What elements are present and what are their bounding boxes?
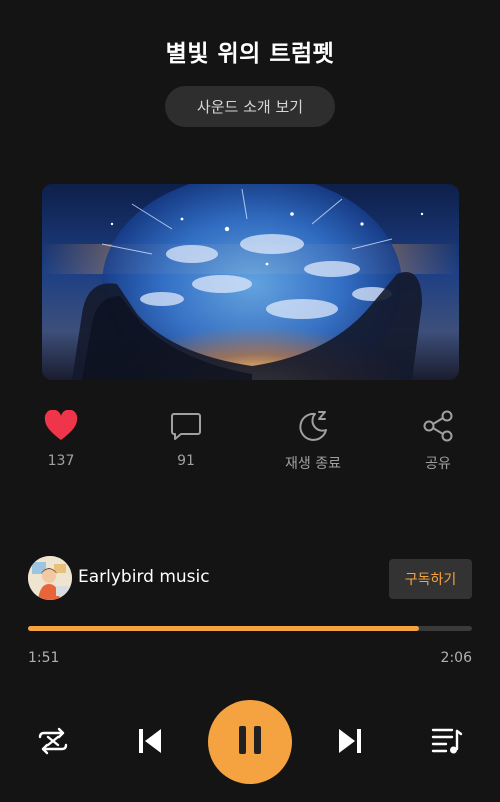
skip-next-icon [335, 726, 365, 760]
album-artwork [42, 184, 459, 380]
current-time: 1:51 [28, 650, 60, 666]
next-button[interactable] [331, 724, 369, 762]
share-action[interactable]: 공유 [388, 408, 488, 473]
heart-icon [44, 408, 78, 444]
comment-action[interactable]: 91 [136, 408, 236, 469]
artist-name[interactable]: Earlybird music [78, 567, 210, 587]
playlist-button[interactable] [428, 724, 466, 762]
sleep-timer-label: 재생 종료 [285, 456, 341, 472]
subscribe-button[interactable]: 구독하기 [389, 559, 472, 599]
playback-controls [0, 700, 500, 786]
comment-icon [169, 408, 203, 444]
action-bar: 137 91 재생 종료 공유 [0, 408, 500, 478]
pause-icon [235, 724, 265, 760]
pause-button[interactable] [208, 700, 292, 784]
repeat-icon [36, 724, 70, 762]
progress-fill [28, 626, 420, 631]
sound-intro-button[interactable]: 사운드 소개 보기 [165, 86, 335, 127]
player-screen: 별빛 위의 트럼펫 사운드 소개 보기 137 91 재생 종료 공유 Earl… [0, 0, 500, 802]
comment-count: 91 [177, 453, 195, 469]
skip-previous-icon [135, 726, 165, 760]
total-time: 2:06 [440, 650, 472, 666]
playlist-icon [430, 725, 464, 761]
like-count: 137 [47, 453, 75, 469]
like-action[interactable]: 137 [11, 408, 111, 469]
previous-button[interactable] [131, 724, 169, 762]
repeat-button[interactable] [34, 724, 72, 762]
artist-avatar[interactable] [28, 556, 72, 600]
share-icon [421, 408, 455, 444]
artist-row: Earlybird music 구독하기 [28, 556, 472, 602]
track-title: 별빛 위의 트럼펫 [165, 41, 335, 67]
progress-bar[interactable] [28, 626, 472, 631]
sleep-timer-icon [295, 408, 331, 444]
sleep-timer-action[interactable]: 재생 종료 [263, 408, 363, 473]
share-label: 공유 [425, 456, 451, 472]
